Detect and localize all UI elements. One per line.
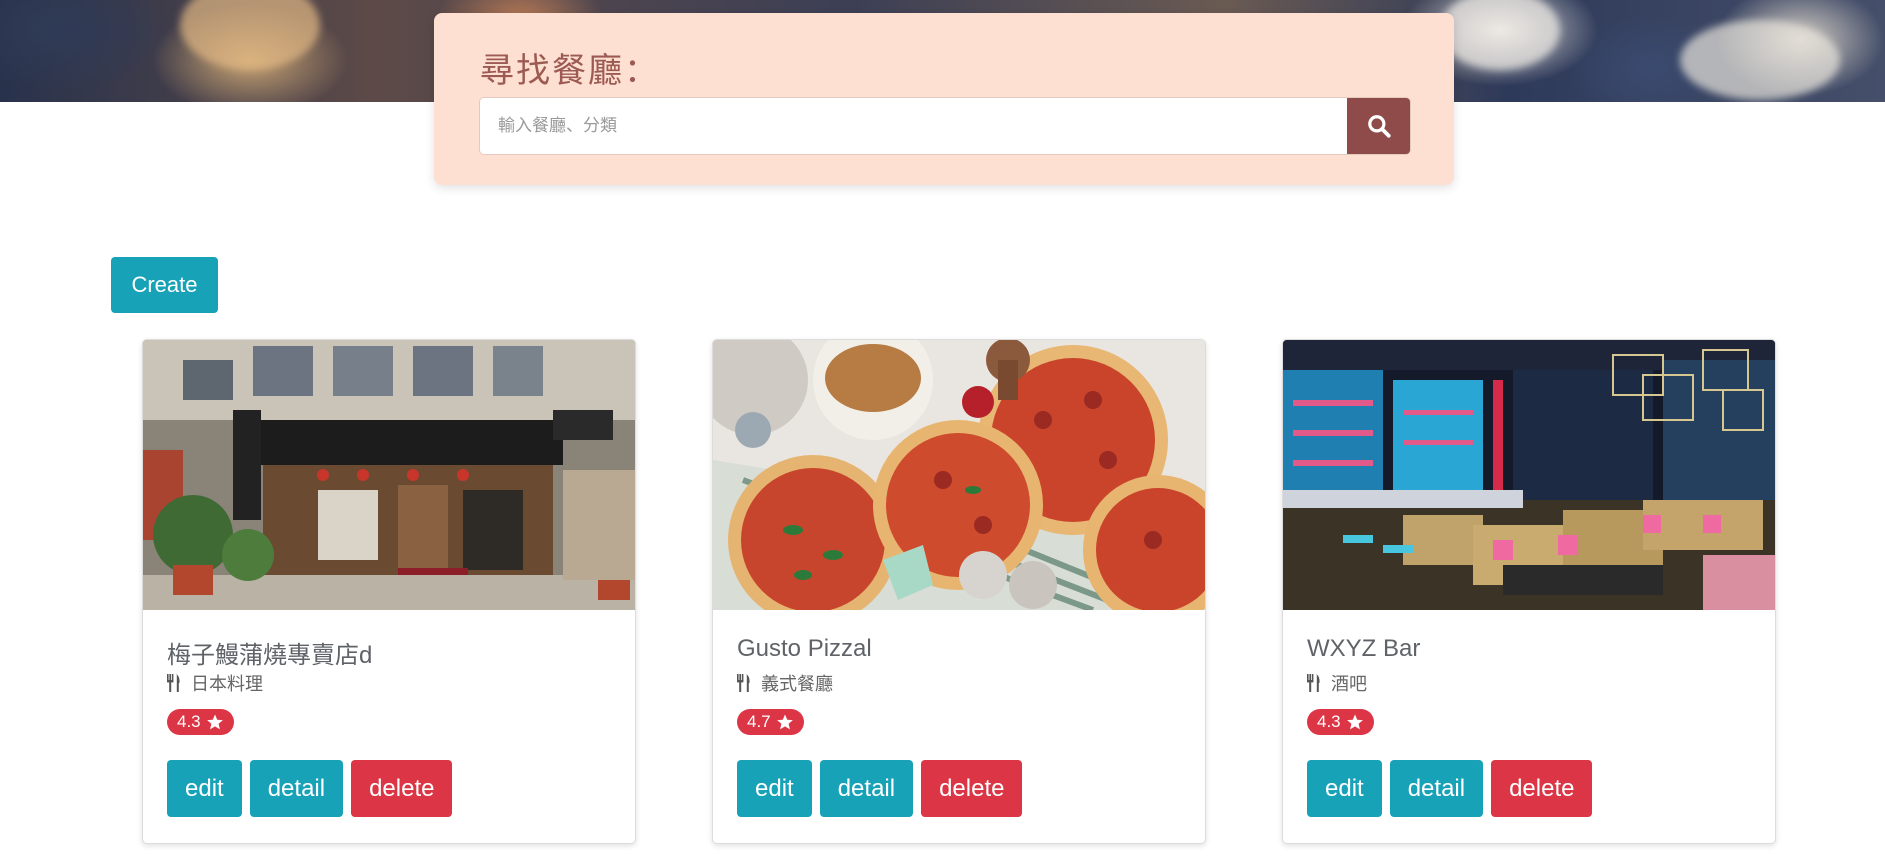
restaurant-card: Gusto Pizzal 義式餐廳 4.7 edit detail delete bbox=[712, 339, 1206, 844]
utensils-icon bbox=[737, 674, 750, 692]
category-label: 義式餐廳 bbox=[761, 674, 833, 695]
restaurant-photo[interactable] bbox=[143, 340, 635, 610]
utensils-icon bbox=[1307, 674, 1320, 692]
rating-value: 4.7 bbox=[747, 712, 771, 731]
search-bar bbox=[479, 97, 1411, 155]
search-input[interactable] bbox=[480, 98, 1347, 154]
delete-button[interactable]: delete bbox=[1491, 760, 1593, 817]
edit-button[interactable]: edit bbox=[1307, 760, 1382, 817]
restaurant-category: 義式餐廳 bbox=[737, 670, 833, 696]
detail-button[interactable]: detail bbox=[1389, 760, 1484, 817]
card-actions: edit detail delete bbox=[1307, 760, 1593, 817]
star-icon bbox=[1346, 714, 1363, 730]
rating-badge: 4.7 bbox=[737, 709, 804, 735]
detail-button[interactable]: detail bbox=[249, 760, 344, 817]
restaurant-name: Gusto Pizzal bbox=[737, 635, 872, 662]
star-icon bbox=[206, 714, 223, 730]
category-label: 日本料理 bbox=[191, 674, 263, 695]
restaurant-name: WXYZ Bar bbox=[1307, 635, 1421, 662]
edit-button[interactable]: edit bbox=[167, 760, 242, 817]
utensils-icon bbox=[167, 674, 180, 692]
restaurant-card: WXYZ Bar 酒吧 4.3 edit detail delete bbox=[1282, 339, 1776, 844]
restaurant-photo[interactable] bbox=[1283, 340, 1775, 610]
detail-button[interactable]: detail bbox=[819, 760, 914, 817]
edit-button[interactable]: edit bbox=[737, 760, 812, 817]
restaurant-name: 梅子鰻蒲燒專賣店d bbox=[167, 642, 373, 669]
card-actions: edit detail delete bbox=[737, 760, 1023, 817]
restaurant-category: 酒吧 bbox=[1307, 670, 1367, 696]
create-button[interactable]: Create bbox=[111, 257, 218, 313]
delete-button[interactable]: delete bbox=[351, 760, 453, 817]
rating-badge: 4.3 bbox=[1307, 709, 1374, 735]
category-label: 酒吧 bbox=[1331, 674, 1367, 695]
restaurant-card: 梅子鰻蒲燒專賣店d 日本料理 4.3 edit detail delete bbox=[142, 339, 636, 844]
star-icon bbox=[776, 714, 793, 730]
rating-badge: 4.3 bbox=[167, 709, 234, 735]
card-actions: edit detail delete bbox=[167, 760, 453, 817]
rating-value: 4.3 bbox=[177, 712, 201, 731]
delete-button[interactable]: delete bbox=[921, 760, 1023, 817]
rating-value: 4.3 bbox=[1317, 712, 1341, 731]
search-title: 尋找餐廳： bbox=[480, 51, 660, 91]
restaurant-category: 日本料理 bbox=[167, 670, 263, 696]
search-icon bbox=[1367, 115, 1391, 138]
search-button[interactable] bbox=[1347, 98, 1410, 154]
restaurant-photo[interactable] bbox=[713, 340, 1205, 610]
search-panel: 尋找餐廳： bbox=[434, 13, 1454, 185]
